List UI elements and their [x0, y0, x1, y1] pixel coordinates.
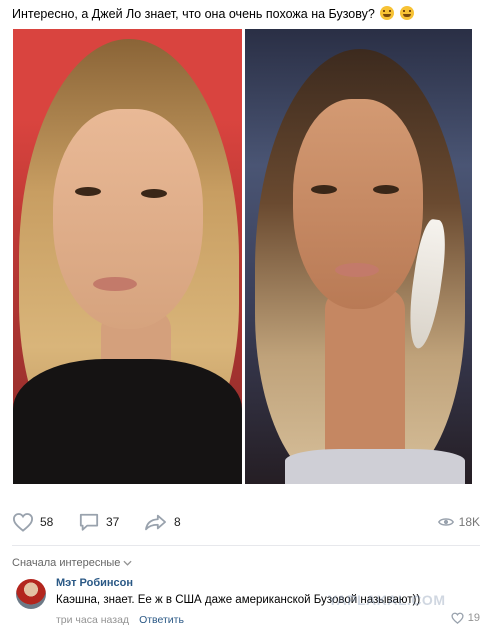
views-count: 18K [458, 515, 480, 529]
post-photo-left[interactable] [13, 29, 242, 484]
comment-sort-label: Сначала интересные [12, 557, 121, 569]
comment-time[interactable]: три часа назад [56, 614, 129, 626]
photo-lips [335, 263, 379, 277]
like-count: 58 [40, 515, 54, 529]
post-photo-right[interactable] [245, 29, 472, 484]
post-actions-bar: 58 37 8 18K [12, 508, 480, 536]
comment-meta: три часа назад Ответить [56, 614, 184, 626]
watermark: YAPLAKAL.COM [328, 592, 446, 608]
share-button[interactable]: 8 [144, 508, 181, 536]
photo-face [53, 109, 203, 329]
post-text-content: Интересно, а Джей Ло знает, что она очен… [12, 7, 375, 21]
photo-eye [373, 185, 399, 194]
views-counter: 18K [437, 508, 480, 536]
like-button[interactable]: 58 [12, 508, 53, 536]
photo-eye [75, 187, 101, 196]
photo-dress [13, 359, 242, 484]
photo-face [293, 99, 423, 309]
avatar[interactable] [16, 579, 46, 609]
share-arrow-icon [145, 514, 166, 531]
comment-icon [79, 513, 99, 531]
reply-button[interactable]: Ответить [139, 614, 184, 626]
share-count: 8 [174, 515, 181, 529]
photo-eye [311, 185, 337, 194]
photo-lips [93, 277, 137, 291]
photo-sequin-top [285, 449, 465, 484]
chevron-down-icon [123, 560, 132, 566]
comment-author[interactable]: Мэт Робинсон [56, 577, 133, 589]
post-text: Интересно, а Джей Ло знает, что она очен… [12, 6, 482, 22]
comment-like-button[interactable]: 19 [451, 612, 480, 624]
heart-icon [451, 612, 464, 624]
comment-button[interactable]: 37 [78, 508, 119, 536]
comment-count: 37 [106, 515, 120, 529]
heart-icon [12, 513, 34, 532]
laughing-tears-emoji-icon [399, 6, 414, 20]
comment-sort-dropdown[interactable]: Сначала интересные [12, 557, 132, 569]
section-divider [12, 545, 480, 546]
photo-eye [141, 189, 167, 198]
sweat-smile-emoji-icon [380, 6, 395, 20]
eye-icon [437, 518, 454, 526]
comment-like-count: 19 [467, 612, 480, 624]
